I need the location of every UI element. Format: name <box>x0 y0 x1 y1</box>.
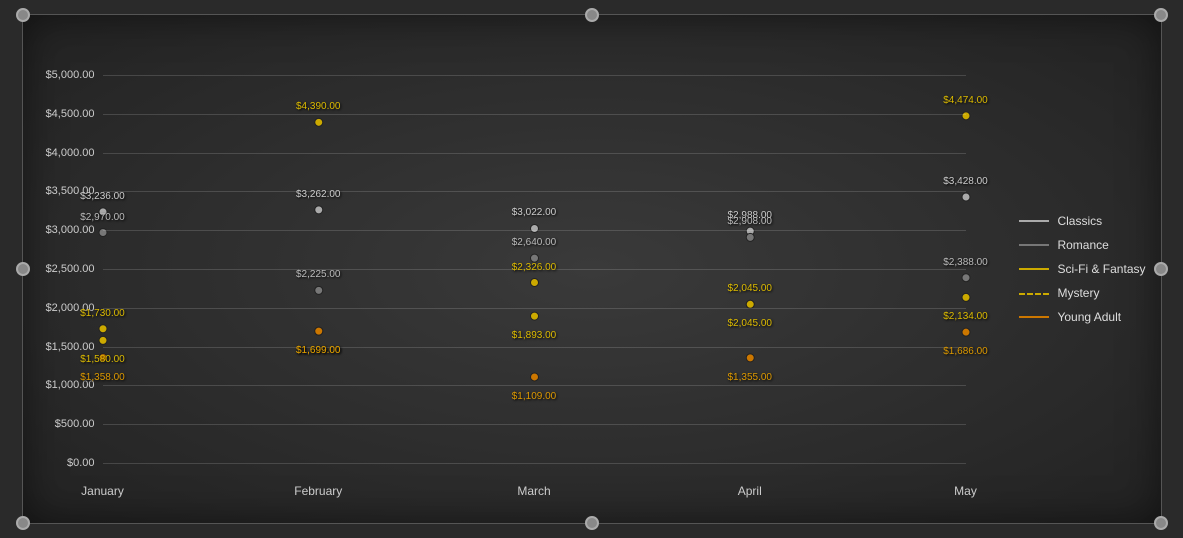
legend-line-color <box>1019 316 1049 318</box>
data-label-youngadult: $1,358.00 <box>80 372 125 383</box>
data-point <box>530 373 538 381</box>
data-label-scifi: $2,326.00 <box>512 262 557 273</box>
data-point <box>530 224 538 232</box>
data-point <box>99 336 107 344</box>
legend-line-color <box>1019 268 1049 270</box>
legend-label: Mystery <box>1057 286 1099 300</box>
data-point <box>746 233 754 241</box>
legend-label: Young Adult <box>1057 310 1121 324</box>
data-point <box>314 206 322 214</box>
data-label-mystery: $1,893.00 <box>512 330 557 341</box>
legend-item: Sci-Fi & Fantasy <box>1019 262 1145 276</box>
data-label-scifi: $2,045.00 <box>728 283 773 294</box>
grid-line <box>103 230 966 231</box>
data-label-mystery: $2,045.00 <box>728 318 773 329</box>
legend-line-color <box>1019 293 1049 295</box>
data-label-youngadult: $1,109.00 <box>512 391 557 402</box>
data-label-scifi: $4,390.00 <box>296 101 341 112</box>
corner-mr <box>1154 262 1168 276</box>
corner-br <box>1154 516 1168 530</box>
data-label-scifi: $1,730.00 <box>80 308 125 319</box>
data-label-romance: $2,640.00 <box>512 237 557 248</box>
corner-bl <box>16 516 30 530</box>
data-point <box>530 312 538 320</box>
data-label-scifi: $4,474.00 <box>943 95 988 106</box>
corner-bm <box>585 516 599 530</box>
y-axis-label: $1,500.00 <box>46 341 95 353</box>
grid-line <box>103 347 966 348</box>
x-axis-label: March <box>517 484 550 498</box>
legend-line-color <box>1019 244 1049 246</box>
legend-label: Classics <box>1057 214 1102 228</box>
y-axis-label: $5,000.00 <box>46 69 95 81</box>
grid-line <box>103 153 966 154</box>
data-label-romance: $2,388.00 <box>943 257 988 268</box>
legend-label: Sci-Fi & Fantasy <box>1057 262 1145 276</box>
grid-line <box>103 424 966 425</box>
grid-line <box>103 191 966 192</box>
legend: Classics Romance Sci-Fi & Fantasy Mystery Yo… <box>1019 214 1145 324</box>
y-axis-label: $0.00 <box>67 457 95 469</box>
data-point <box>530 279 538 287</box>
corner-tl <box>16 8 30 22</box>
legend-item: Classics <box>1019 214 1145 228</box>
data-label-classics: $3,428.00 <box>943 176 988 187</box>
y-axis-label: $4,000.00 <box>46 147 95 159</box>
data-point <box>746 354 754 362</box>
data-label-youngadult: $1,686.00 <box>943 346 988 357</box>
corner-tr <box>1154 8 1168 22</box>
y-axis-label: $4,500.00 <box>46 108 95 120</box>
data-point <box>962 274 970 282</box>
x-axis-label: February <box>294 484 342 498</box>
legend-item: Romance <box>1019 238 1145 252</box>
grid-line <box>103 463 966 464</box>
y-axis-label: $2,500.00 <box>46 263 95 275</box>
legend-item: Young Adult <box>1019 310 1145 324</box>
data-label-romance: $2,908.00 <box>728 216 773 227</box>
data-label-mystery: $1,580.00 <box>80 354 125 365</box>
y-axis-label: $500.00 <box>55 418 95 430</box>
grid-line <box>103 308 966 309</box>
data-label-classics: $3,262.00 <box>296 189 341 200</box>
data-label-mystery: $2,134.00 <box>943 311 988 322</box>
data-label-classics: $3,022.00 <box>512 207 557 218</box>
grid-line <box>103 385 966 386</box>
data-label-romance: $2,970.00 <box>80 212 125 223</box>
data-point <box>314 286 322 294</box>
y-axis-label: $3,000.00 <box>46 224 95 236</box>
chart-area: $0.00$500.00$1,000.00$1,500.00$2,000.00$… <box>103 75 966 463</box>
x-axis-label: January <box>81 484 124 498</box>
grid-line <box>103 75 966 76</box>
corner-tm <box>585 8 599 22</box>
data-point <box>314 118 322 126</box>
corner-ml <box>16 262 30 276</box>
legend-item: Mystery <box>1019 286 1145 300</box>
data-point <box>314 327 322 335</box>
grid-line <box>103 114 966 115</box>
data-label-youngadult: $1,355.00 <box>728 372 773 383</box>
chart-container: $0.00$500.00$1,000.00$1,500.00$2,000.00$… <box>22 14 1162 524</box>
x-axis-label: May <box>954 484 977 498</box>
data-point <box>962 193 970 201</box>
data-point <box>99 325 107 333</box>
legend-label: Romance <box>1057 238 1108 252</box>
data-label-youngadult: $1,699.00 <box>296 345 341 356</box>
data-point <box>962 328 970 336</box>
legend-line-color <box>1019 220 1049 222</box>
data-label-classics: $3,236.00 <box>80 191 125 202</box>
data-point <box>962 293 970 301</box>
data-label-romance: $2,225.00 <box>296 269 341 280</box>
x-axis-label: April <box>738 484 762 498</box>
